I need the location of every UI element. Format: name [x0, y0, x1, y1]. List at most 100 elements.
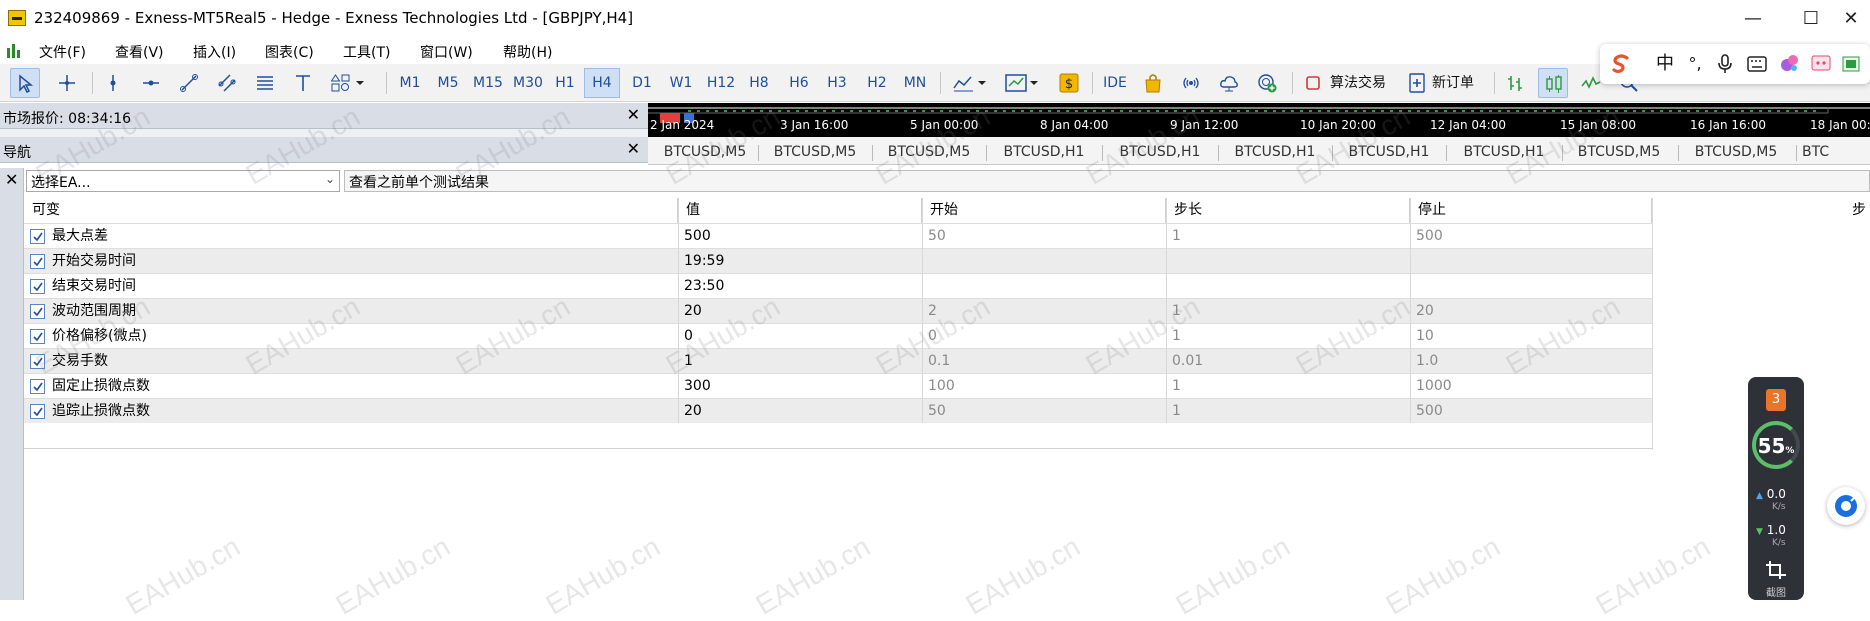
- view-previous-results-button[interactable]: 查看之前单个测试结果: [344, 170, 1870, 192]
- close-tester-icon[interactable]: ✕: [5, 170, 18, 189]
- value-cell[interactable]: 0: [678, 324, 922, 348]
- minimize-button[interactable]: —: [1730, 4, 1776, 34]
- keyboard-icon[interactable]: [1744, 52, 1770, 76]
- optimize-checkbox[interactable]: [30, 379, 45, 394]
- skin-icon[interactable]: [1776, 52, 1802, 76]
- start-cell[interactable]: [922, 274, 1166, 298]
- sogou-logo-icon[interactable]: [1608, 52, 1634, 76]
- table-row[interactable]: 结束交易时间 23:50: [24, 273, 1652, 298]
- timeframe-h8[interactable]: H8: [744, 68, 774, 98]
- chart-tab[interactable]: BTCUSD,M5: [874, 141, 984, 163]
- ime-chinese-mode[interactable]: 中: [1652, 52, 1678, 76]
- stop-cell[interactable]: 1000: [1410, 374, 1654, 398]
- ea-select-dropdown[interactable]: 选择EA... ⌄: [26, 170, 340, 192]
- optimize-checkbox[interactable]: [30, 354, 45, 369]
- chart-tab[interactable]: BTCUSD,H1: [1448, 141, 1560, 163]
- step-cell[interactable]: [1166, 249, 1410, 273]
- ide-button[interactable]: IDE: [1098, 68, 1132, 98]
- stop-cell[interactable]: 20: [1410, 299, 1654, 323]
- algo-trading-button[interactable]: 算法交易: [1300, 68, 1394, 98]
- timeframe-m1[interactable]: M1: [394, 68, 426, 98]
- column-header-variable[interactable]: 可变: [24, 198, 678, 223]
- trendline-button[interactable]: [174, 68, 204, 98]
- step-cell[interactable]: 1: [1166, 224, 1410, 248]
- column-header-stop[interactable]: 停止: [1410, 198, 1652, 223]
- table-row[interactable]: 波动范围周期 20 2 1 20: [24, 298, 1652, 323]
- step-cell[interactable]: 1: [1166, 324, 1410, 348]
- menu-insert[interactable]: 插入(I): [193, 42, 236, 62]
- start-cell[interactable]: 2: [922, 299, 1166, 323]
- timeframe-h2[interactable]: H2: [862, 68, 892, 98]
- indicators-button[interactable]: [948, 68, 994, 98]
- chart-tab[interactable]: BTCUSD,M5: [1564, 141, 1674, 163]
- start-cell[interactable]: [922, 249, 1166, 273]
- table-row[interactable]: 价格偏移(微点) 0 0 1 10: [24, 323, 1652, 348]
- start-cell[interactable]: 0.1: [922, 349, 1166, 373]
- column-header-start[interactable]: 开始: [922, 198, 1166, 223]
- value-cell[interactable]: 300: [678, 374, 922, 398]
- table-row[interactable]: 最大点差 500 50 1 500: [24, 223, 1652, 248]
- vertical-line-button[interactable]: [98, 68, 128, 98]
- value-cell[interactable]: 20: [678, 299, 922, 323]
- screenshot-crop-icon[interactable]: [1764, 559, 1788, 581]
- menu-window[interactable]: 窗口(W): [420, 42, 473, 62]
- start-cell[interactable]: 50: [922, 399, 1166, 423]
- stop-cell[interactable]: [1410, 274, 1654, 298]
- optimize-checkbox[interactable]: [30, 304, 45, 319]
- close-market-watch-icon[interactable]: ✕: [627, 105, 640, 124]
- step-cell[interactable]: [1166, 274, 1410, 298]
- column-header-step[interactable]: 步长: [1166, 198, 1410, 223]
- timeframe-h4[interactable]: H4: [584, 68, 620, 98]
- shopping-bag-button[interactable]: [1138, 68, 1168, 98]
- chart-tab[interactable]: BTCUSD,H1: [1104, 141, 1216, 163]
- timeframe-d1[interactable]: D1: [626, 68, 658, 98]
- close-navigator-icon[interactable]: ✕: [627, 139, 640, 158]
- menu-tools[interactable]: 工具(T): [343, 42, 390, 62]
- value-cell[interactable]: 23:50: [678, 274, 922, 298]
- cursor-tool-button[interactable]: [10, 68, 40, 98]
- signals-button[interactable]: [1176, 68, 1206, 98]
- stop-cell[interactable]: 500: [1410, 399, 1654, 423]
- table-row[interactable]: 交易手数 1 0.1 0.01 1.0: [24, 348, 1652, 373]
- timeframe-h3[interactable]: H3: [822, 68, 852, 98]
- timeframe-m5[interactable]: M5: [432, 68, 464, 98]
- vps-button[interactable]: [1214, 68, 1244, 98]
- horizontal-line-button[interactable]: [136, 68, 166, 98]
- column-header-value[interactable]: 值: [678, 198, 922, 223]
- timeframe-mn[interactable]: MN: [898, 68, 932, 98]
- start-cell[interactable]: 100: [922, 374, 1166, 398]
- templates-button[interactable]: [1000, 68, 1046, 98]
- table-row[interactable]: 固定止损微点数 300 100 1 1000: [24, 373, 1652, 398]
- stop-cell[interactable]: 10: [1410, 324, 1654, 348]
- optimize-checkbox[interactable]: [30, 254, 45, 269]
- menu-view[interactable]: 查看(V): [115, 42, 164, 62]
- table-row[interactable]: 追踪止损微点数 20 50 1 500: [24, 398, 1652, 423]
- timeframe-m30[interactable]: M30: [508, 68, 548, 98]
- text-tool-button[interactable]: [288, 68, 318, 98]
- trading-signals-button[interactable]: [1252, 68, 1282, 98]
- value-cell[interactable]: 1: [678, 349, 922, 373]
- chart-tab[interactable]: BTC: [1798, 141, 1858, 163]
- menu-help[interactable]: 帮助(H): [503, 42, 552, 62]
- table-row[interactable]: 开始交易时间 19:59: [24, 248, 1652, 273]
- ime-punctuation[interactable]: °,: [1682, 52, 1708, 76]
- menu-file[interactable]: 文件(F): [39, 42, 86, 62]
- optimize-checkbox[interactable]: [30, 329, 45, 344]
- value-cell[interactable]: 500: [678, 224, 922, 248]
- fibonacci-button[interactable]: [250, 68, 280, 98]
- stop-cell[interactable]: 500: [1410, 224, 1654, 248]
- start-cell[interactable]: 0: [922, 324, 1166, 348]
- value-cell[interactable]: 20: [678, 399, 922, 423]
- step-cell[interactable]: 0.01: [1166, 349, 1410, 373]
- ime-indicator-icon[interactable]: [1838, 52, 1864, 76]
- optimize-checkbox[interactable]: [30, 279, 45, 294]
- chart-tab[interactable]: BTCUSD,M5: [1680, 141, 1792, 163]
- shapes-button[interactable]: [326, 68, 372, 98]
- timeframe-h1[interactable]: H1: [550, 68, 580, 98]
- chart-tab[interactable]: BTCUSD,M5: [654, 141, 756, 163]
- chart-tab[interactable]: BTCUSD,H1: [1220, 141, 1330, 163]
- stop-cell[interactable]: 1.0: [1410, 349, 1654, 373]
- new-order-button[interactable]: 新订单: [1404, 68, 1490, 98]
- microphone-icon[interactable]: [1712, 52, 1738, 76]
- chart-tab[interactable]: BTCUSD,H1: [1334, 141, 1444, 163]
